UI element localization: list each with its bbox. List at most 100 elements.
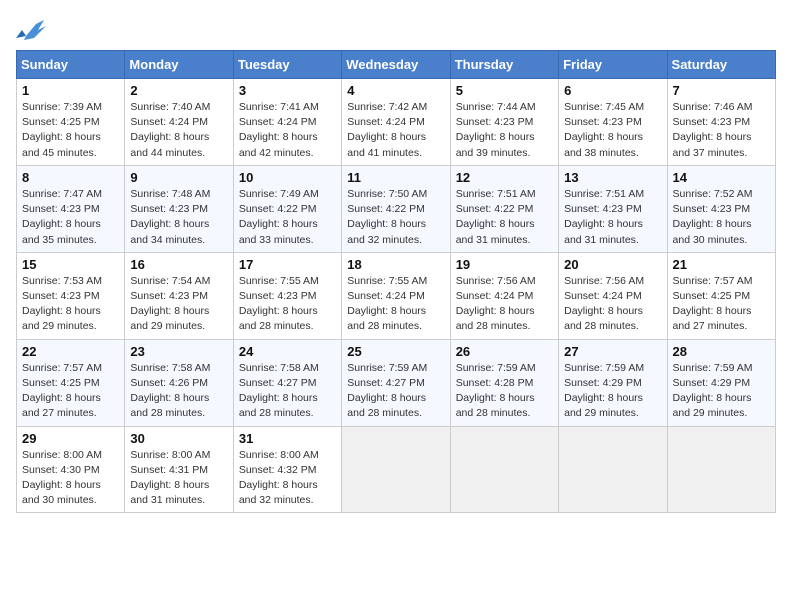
calendar-cell: 18 Sunrise: 7:55 AMSunset: 4:24 PMDaylig… <box>342 252 450 339</box>
day-number: 14 <box>673 170 770 185</box>
calendar-cell: 19 Sunrise: 7:56 AMSunset: 4:24 PMDaylig… <box>450 252 558 339</box>
day-number: 2 <box>130 83 227 98</box>
day-info: Sunrise: 7:45 AMSunset: 4:23 PMDaylight:… <box>564 100 661 161</box>
day-number: 4 <box>347 83 444 98</box>
day-info: Sunrise: 7:58 AMSunset: 4:27 PMDaylight:… <box>239 361 336 422</box>
day-number: 22 <box>22 344 119 359</box>
day-number: 13 <box>564 170 661 185</box>
calendar-cell: 28 Sunrise: 7:59 AMSunset: 4:29 PMDaylig… <box>667 339 775 426</box>
calendar-cell: 23 Sunrise: 7:58 AMSunset: 4:26 PMDaylig… <box>125 339 233 426</box>
calendar-cell: 1 Sunrise: 7:39 AMSunset: 4:25 PMDayligh… <box>17 79 125 166</box>
calendar-cell: 24 Sunrise: 7:58 AMSunset: 4:27 PMDaylig… <box>233 339 341 426</box>
day-info: Sunrise: 7:39 AMSunset: 4:25 PMDaylight:… <box>22 100 119 161</box>
day-info: Sunrise: 7:58 AMSunset: 4:26 PMDaylight:… <box>130 361 227 422</box>
day-number: 9 <box>130 170 227 185</box>
day-number: 20 <box>564 257 661 272</box>
weekday-tuesday: Tuesday <box>233 51 341 79</box>
day-number: 16 <box>130 257 227 272</box>
day-number: 11 <box>347 170 444 185</box>
calendar-cell: 10 Sunrise: 7:49 AMSunset: 4:22 PMDaylig… <box>233 165 341 252</box>
calendar-cell: 20 Sunrise: 7:56 AMSunset: 4:24 PMDaylig… <box>559 252 667 339</box>
day-number: 26 <box>456 344 553 359</box>
day-info: Sunrise: 7:55 AMSunset: 4:24 PMDaylight:… <box>347 274 444 335</box>
day-info: Sunrise: 7:53 AMSunset: 4:23 PMDaylight:… <box>22 274 119 335</box>
day-number: 1 <box>22 83 119 98</box>
day-info: Sunrise: 7:57 AMSunset: 4:25 PMDaylight:… <box>22 361 119 422</box>
calendar-cell <box>450 426 558 513</box>
day-info: Sunrise: 7:57 AMSunset: 4:25 PMDaylight:… <box>673 274 770 335</box>
day-info: Sunrise: 7:52 AMSunset: 4:23 PMDaylight:… <box>673 187 770 248</box>
calendar-cell: 11 Sunrise: 7:50 AMSunset: 4:22 PMDaylig… <box>342 165 450 252</box>
calendar-week-4: 22 Sunrise: 7:57 AMSunset: 4:25 PMDaylig… <box>17 339 776 426</box>
calendar-week-3: 15 Sunrise: 7:53 AMSunset: 4:23 PMDaylig… <box>17 252 776 339</box>
weekday-monday: Monday <box>125 51 233 79</box>
calendar-cell: 22 Sunrise: 7:57 AMSunset: 4:25 PMDaylig… <box>17 339 125 426</box>
calendar-cell: 27 Sunrise: 7:59 AMSunset: 4:29 PMDaylig… <box>559 339 667 426</box>
logo-icon <box>16 16 46 42</box>
day-info: Sunrise: 7:49 AMSunset: 4:22 PMDaylight:… <box>239 187 336 248</box>
day-info: Sunrise: 7:59 AMSunset: 4:29 PMDaylight:… <box>673 361 770 422</box>
calendar-cell: 14 Sunrise: 7:52 AMSunset: 4:23 PMDaylig… <box>667 165 775 252</box>
day-number: 5 <box>456 83 553 98</box>
day-info: Sunrise: 7:59 AMSunset: 4:27 PMDaylight:… <box>347 361 444 422</box>
weekday-saturday: Saturday <box>667 51 775 79</box>
day-number: 7 <box>673 83 770 98</box>
day-info: Sunrise: 7:56 AMSunset: 4:24 PMDaylight:… <box>456 274 553 335</box>
calendar-cell: 8 Sunrise: 7:47 AMSunset: 4:23 PMDayligh… <box>17 165 125 252</box>
day-info: Sunrise: 7:51 AMSunset: 4:22 PMDaylight:… <box>456 187 553 248</box>
calendar-table: SundayMondayTuesdayWednesdayThursdayFrid… <box>16 50 776 513</box>
calendar-cell: 13 Sunrise: 7:51 AMSunset: 4:23 PMDaylig… <box>559 165 667 252</box>
calendar-cell <box>342 426 450 513</box>
calendar-cell: 12 Sunrise: 7:51 AMSunset: 4:22 PMDaylig… <box>450 165 558 252</box>
day-number: 28 <box>673 344 770 359</box>
calendar-cell: 2 Sunrise: 7:40 AMSunset: 4:24 PMDayligh… <box>125 79 233 166</box>
calendar-cell: 17 Sunrise: 7:55 AMSunset: 4:23 PMDaylig… <box>233 252 341 339</box>
calendar-cell: 15 Sunrise: 7:53 AMSunset: 4:23 PMDaylig… <box>17 252 125 339</box>
day-number: 18 <box>347 257 444 272</box>
calendar-week-5: 29 Sunrise: 8:00 AMSunset: 4:30 PMDaylig… <box>17 426 776 513</box>
day-number: 6 <box>564 83 661 98</box>
calendar-body: 1 Sunrise: 7:39 AMSunset: 4:25 PMDayligh… <box>17 79 776 513</box>
calendar-cell: 26 Sunrise: 7:59 AMSunset: 4:28 PMDaylig… <box>450 339 558 426</box>
day-number: 23 <box>130 344 227 359</box>
day-info: Sunrise: 8:00 AMSunset: 4:30 PMDaylight:… <box>22 448 119 509</box>
day-info: Sunrise: 7:54 AMSunset: 4:23 PMDaylight:… <box>130 274 227 335</box>
day-info: Sunrise: 7:51 AMSunset: 4:23 PMDaylight:… <box>564 187 661 248</box>
day-number: 30 <box>130 431 227 446</box>
day-info: Sunrise: 7:47 AMSunset: 4:23 PMDaylight:… <box>22 187 119 248</box>
calendar-cell: 21 Sunrise: 7:57 AMSunset: 4:25 PMDaylig… <box>667 252 775 339</box>
weekday-header-row: SundayMondayTuesdayWednesdayThursdayFrid… <box>17 51 776 79</box>
day-number: 24 <box>239 344 336 359</box>
calendar-cell: 6 Sunrise: 7:45 AMSunset: 4:23 PMDayligh… <box>559 79 667 166</box>
day-number: 27 <box>564 344 661 359</box>
weekday-wednesday: Wednesday <box>342 51 450 79</box>
day-info: Sunrise: 7:44 AMSunset: 4:23 PMDaylight:… <box>456 100 553 161</box>
calendar-cell: 3 Sunrise: 7:41 AMSunset: 4:24 PMDayligh… <box>233 79 341 166</box>
day-info: Sunrise: 8:00 AMSunset: 4:32 PMDaylight:… <box>239 448 336 509</box>
logo <box>16 16 50 42</box>
day-info: Sunrise: 7:56 AMSunset: 4:24 PMDaylight:… <box>564 274 661 335</box>
day-number: 31 <box>239 431 336 446</box>
day-info: Sunrise: 7:50 AMSunset: 4:22 PMDaylight:… <box>347 187 444 248</box>
day-info: Sunrise: 7:46 AMSunset: 4:23 PMDaylight:… <box>673 100 770 161</box>
day-info: Sunrise: 7:59 AMSunset: 4:29 PMDaylight:… <box>564 361 661 422</box>
calendar-cell <box>667 426 775 513</box>
calendar-cell: 9 Sunrise: 7:48 AMSunset: 4:23 PMDayligh… <box>125 165 233 252</box>
day-info: Sunrise: 7:48 AMSunset: 4:23 PMDaylight:… <box>130 187 227 248</box>
day-number: 25 <box>347 344 444 359</box>
day-number: 10 <box>239 170 336 185</box>
day-number: 8 <box>22 170 119 185</box>
day-info: Sunrise: 7:59 AMSunset: 4:28 PMDaylight:… <box>456 361 553 422</box>
day-number: 21 <box>673 257 770 272</box>
calendar-cell: 7 Sunrise: 7:46 AMSunset: 4:23 PMDayligh… <box>667 79 775 166</box>
weekday-thursday: Thursday <box>450 51 558 79</box>
page-header <box>16 16 776 42</box>
weekday-friday: Friday <box>559 51 667 79</box>
day-number: 17 <box>239 257 336 272</box>
day-info: Sunrise: 7:42 AMSunset: 4:24 PMDaylight:… <box>347 100 444 161</box>
calendar-week-2: 8 Sunrise: 7:47 AMSunset: 4:23 PMDayligh… <box>17 165 776 252</box>
day-number: 29 <box>22 431 119 446</box>
calendar-week-1: 1 Sunrise: 7:39 AMSunset: 4:25 PMDayligh… <box>17 79 776 166</box>
calendar-cell: 4 Sunrise: 7:42 AMSunset: 4:24 PMDayligh… <box>342 79 450 166</box>
day-number: 19 <box>456 257 553 272</box>
